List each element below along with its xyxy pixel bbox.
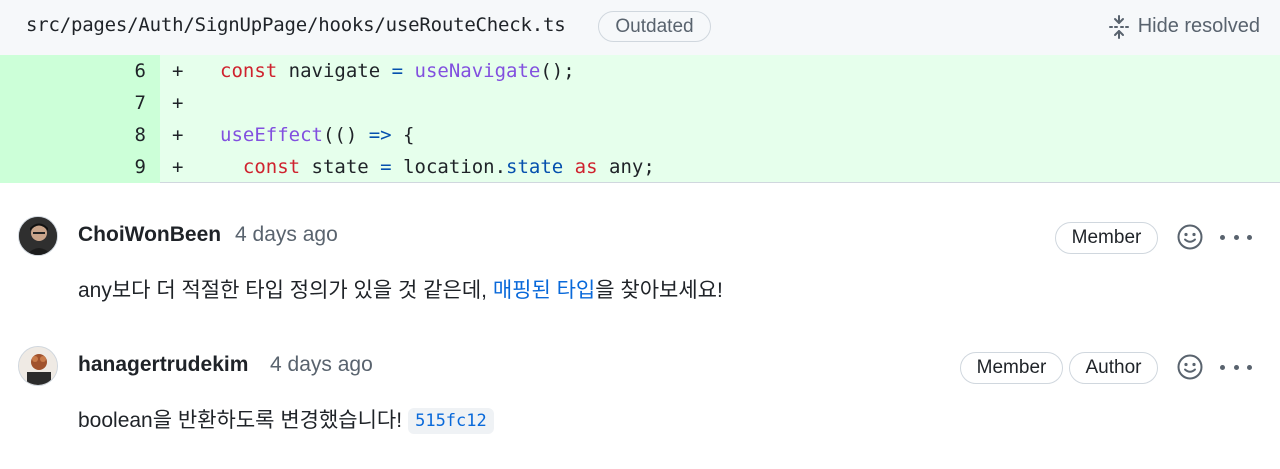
- line-code: const navigate = useNavigate();: [220, 55, 575, 87]
- code-token: ();: [540, 60, 575, 82]
- comment-body: boolean을 반환하도록 변경했습니다! 515fc12: [78, 404, 494, 434]
- commit-link[interactable]: 515fc12: [408, 408, 494, 434]
- author-name[interactable]: ChoiWonBeen: [78, 223, 221, 247]
- timestamp[interactable]: 4 days ago: [270, 353, 373, 377]
- comment-text: any보다 더 적절한 타입 정의가 있을 것 같은데,: [78, 279, 493, 302]
- kebab-dot: [1220, 234, 1225, 240]
- timestamp[interactable]: 4 days ago: [235, 223, 338, 247]
- code-token: ((): [322, 124, 369, 146]
- kebab-dot: [1247, 364, 1252, 370]
- comment-text: 을 찾아보세요!: [595, 279, 723, 302]
- diff-line: 6 + const navigate = useNavigate();: [0, 55, 1280, 87]
- line-code: const state = location.state as any;: [220, 151, 655, 183]
- avatar[interactable]: [18, 346, 58, 386]
- code-token: state: [506, 156, 564, 178]
- author-name[interactable]: hanagertrudekim: [78, 353, 248, 377]
- file-header: src/pages/Auth/SignUpPage/hooks/useRoute…: [0, 0, 1280, 55]
- comment-text: boolean을 반환하도록 변경했습니다!: [78, 409, 403, 432]
- author-badge: Author: [1069, 352, 1158, 384]
- line-marker: +: [172, 60, 184, 82]
- code-token: =: [380, 156, 392, 178]
- code-token: const: [220, 60, 278, 82]
- code-token: useNavigate: [414, 60, 541, 82]
- review-comment: hanagertrudekim 4 days ago Member Author…: [0, 315, 1280, 469]
- avatar[interactable]: [18, 216, 58, 256]
- line-code: useEffect(() => {: [220, 119, 415, 151]
- code-token: =: [391, 60, 404, 82]
- code-token: as: [574, 156, 598, 178]
- code-token: location.: [391, 156, 507, 178]
- kebab-dot: [1233, 364, 1239, 370]
- kebab-dot: [1247, 234, 1252, 240]
- line-number[interactable]: 9: [0, 151, 146, 183]
- member-badge: Member: [1055, 222, 1158, 254]
- code-token: any;: [597, 156, 655, 178]
- hide-resolved-button[interactable]: Hide resolved: [1108, 11, 1260, 42]
- review-comment: ChoiWonBeen 4 days ago Member any보다 더 적절…: [0, 185, 1280, 315]
- file-path[interactable]: src/pages/Auth/SignUpPage/hooks/useRoute…: [26, 14, 566, 36]
- line-number[interactable]: 7: [0, 87, 146, 119]
- smiley-icon: [1176, 354, 1204, 385]
- code-token: const: [242, 156, 301, 178]
- line-marker: +: [172, 92, 184, 114]
- add-reaction-button[interactable]: [1176, 353, 1204, 381]
- kebab-dot: [1233, 234, 1239, 240]
- add-reaction-button[interactable]: [1176, 223, 1204, 251]
- diff-line: 9 + const state = location.state as any;: [0, 151, 1280, 183]
- line-marker: +: [172, 124, 184, 146]
- code-token: useEffect: [220, 124, 323, 146]
- diff-line: 8 + useEffect(() => {: [0, 119, 1280, 151]
- comment-link[interactable]: 매핑된 타입: [493, 279, 595, 302]
- smiley-icon: [1176, 224, 1204, 255]
- member-badge: Member: [960, 352, 1063, 384]
- line-number[interactable]: 8: [0, 119, 146, 151]
- more-options-button[interactable]: [1220, 227, 1252, 247]
- unfold-icon: [1108, 14, 1130, 39]
- diff-line: 7 +: [0, 87, 1280, 119]
- kebab-dot: [1220, 364, 1225, 370]
- line-marker: +: [172, 156, 184, 178]
- outdated-badge: Outdated: [598, 11, 711, 42]
- code-token: state: [300, 156, 381, 178]
- code-token: =>: [368, 124, 392, 146]
- hide-resolved-label: Hide resolved: [1137, 15, 1260, 37]
- code-token: navigate: [277, 60, 392, 82]
- comment-body: any보다 더 적절한 타입 정의가 있을 것 같은데, 매핑된 타입을 찾아보…: [78, 274, 723, 304]
- line-number[interactable]: 6: [0, 55, 146, 87]
- code-token: {: [391, 124, 415, 146]
- diff-hunk: 6 + const navigate = useNavigate(); 7 + …: [0, 55, 1280, 183]
- more-options-button[interactable]: [1220, 357, 1252, 377]
